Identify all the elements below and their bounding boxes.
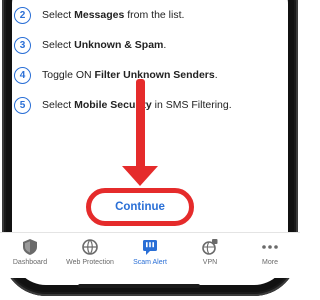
more-icon — [261, 238, 279, 256]
tab-dashboard[interactable]: Dashboard — [0, 233, 60, 278]
tab-label: More — [262, 259, 278, 266]
tab-label: VPN — [202, 259, 218, 266]
tab-label: Scam Alert — [133, 259, 167, 266]
step-4: 4 Toggle ON Filter Unknown Senders. — [14, 64, 218, 86]
step-number: 3 — [14, 36, 31, 54]
shield-icon — [21, 238, 39, 256]
highlight-arrow-head — [122, 166, 158, 186]
step-text: Select Messages from the list. — [42, 9, 185, 21]
home-indicator — [78, 284, 200, 288]
step-number: 5 — [14, 96, 31, 114]
tab-label: Web Protection — [66, 259, 114, 266]
tab-web-protection[interactable]: Web Protection — [60, 233, 120, 278]
highlight-arrow-shaft — [136, 79, 145, 172]
scam-alert-icon — [141, 238, 159, 256]
globe-shield-icon — [81, 238, 99, 256]
tab-scam-alert[interactable]: Scam Alert — [120, 233, 180, 278]
step-3: 3 Select Unknown & Spam. — [14, 34, 166, 56]
step-5: 5 Select Mobile Security in SMS Filterin… — [14, 94, 232, 116]
step-number: 4 — [14, 66, 31, 84]
tab-label: Dashboard — [12, 259, 48, 266]
continue-button[interactable]: Continue — [86, 188, 194, 226]
tab-bar: Dashboard Web Protection Scam Alert VPN … — [0, 232, 300, 278]
step-text: Toggle ON Filter Unknown Senders. — [42, 69, 218, 81]
step-number: 2 — [14, 6, 31, 24]
step-2: 2 Select Messages from the list. — [14, 4, 184, 26]
vpn-icon — [201, 238, 219, 256]
step-text: Select Unknown & Spam. — [42, 39, 167, 51]
tab-more[interactable]: More — [240, 233, 300, 278]
tab-vpn[interactable]: VPN — [180, 233, 240, 278]
